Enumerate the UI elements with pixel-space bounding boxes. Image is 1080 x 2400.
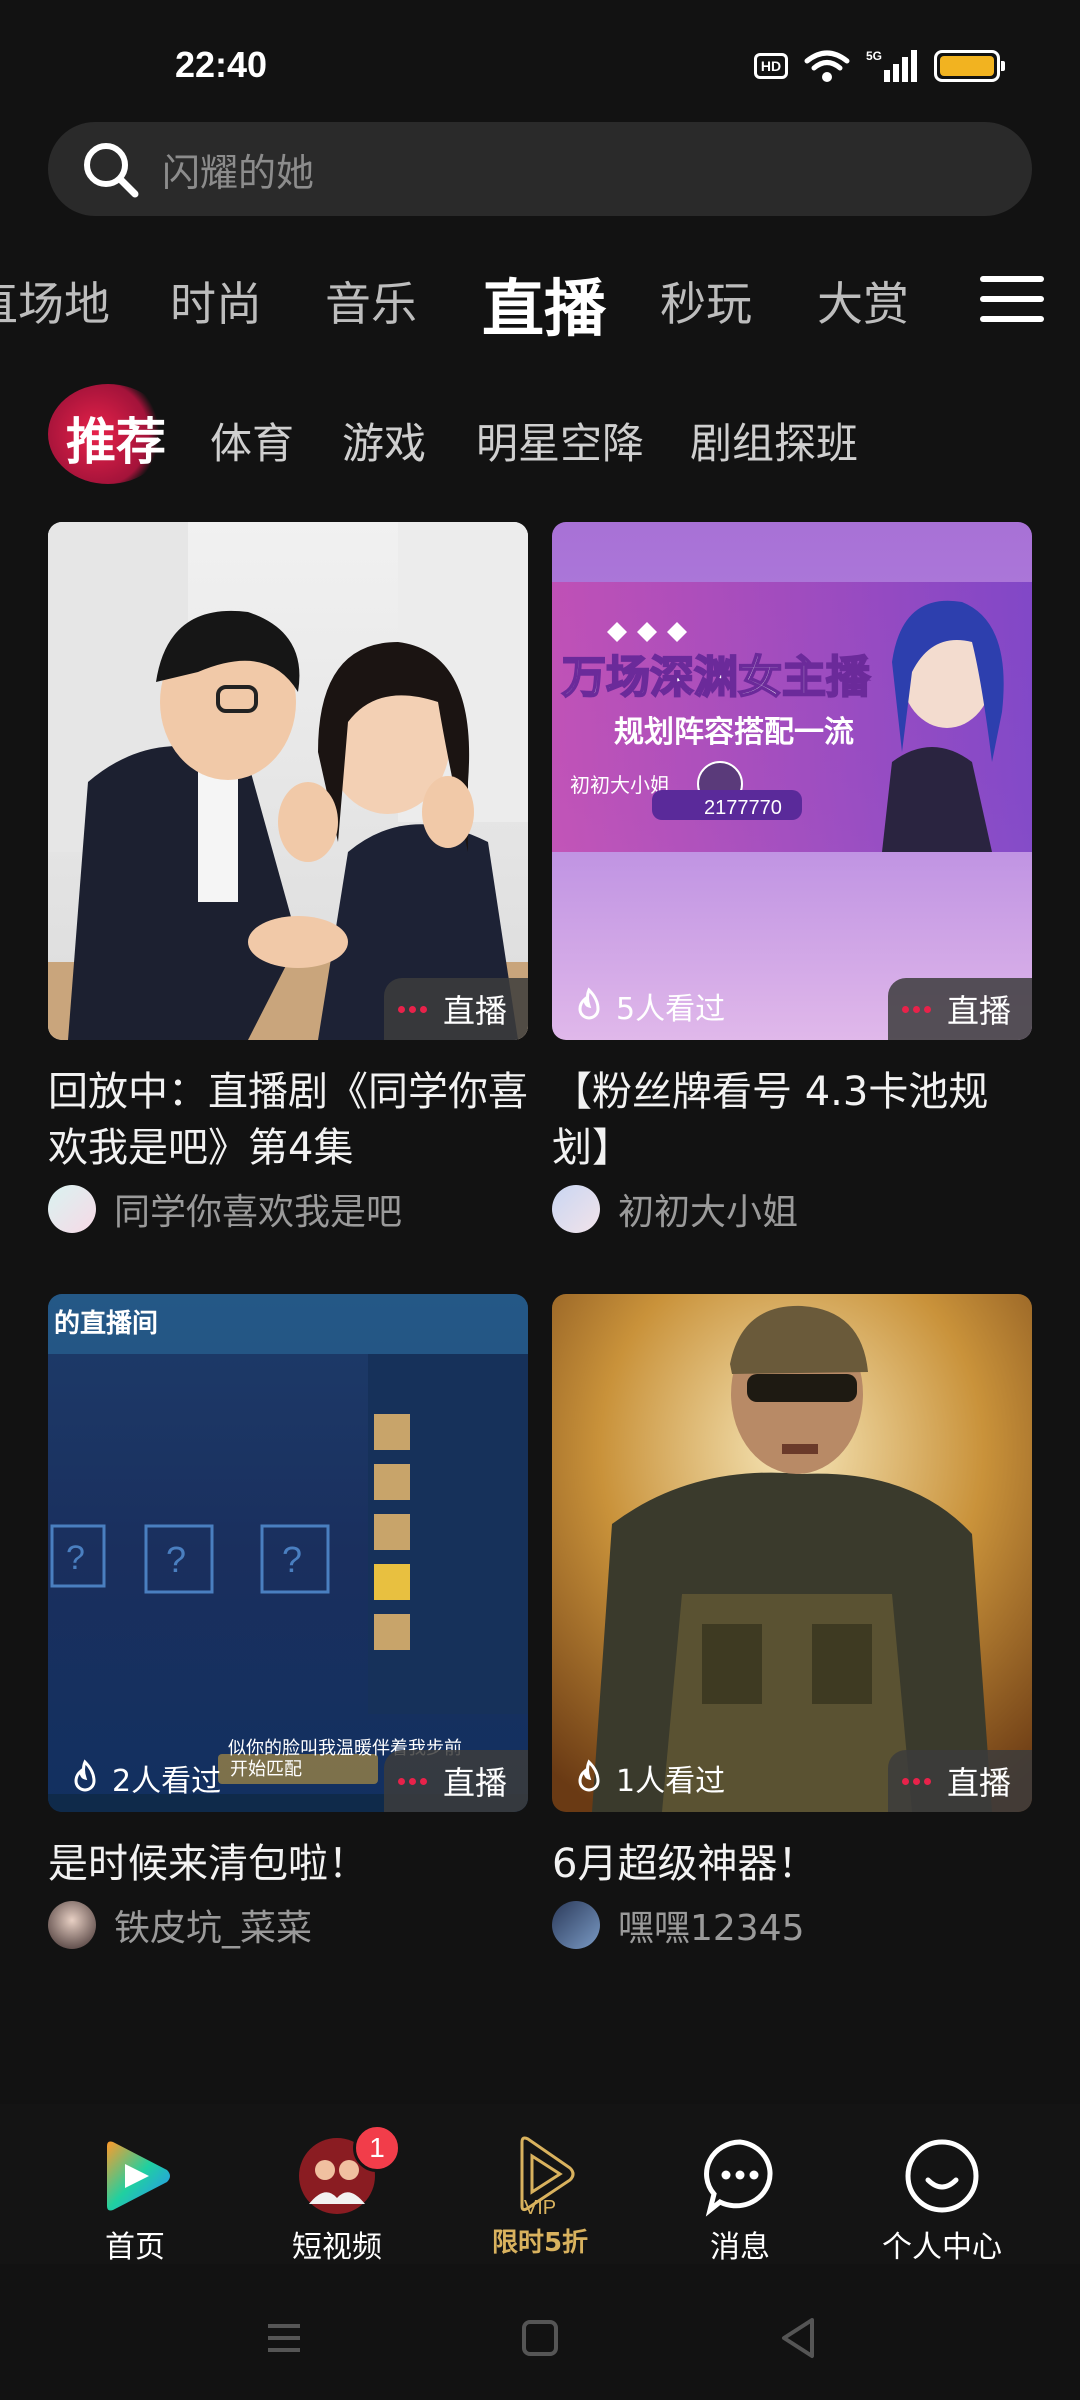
- card-author[interactable]: 铁皮坑_菜菜: [48, 1900, 528, 1950]
- live-card[interactable]: 的直播间 ? ? ? 开始匹配 似你的脸叫我温暖伴着我步前 2人看过 直播 是时…: [48, 1294, 528, 1950]
- svg-text:?: ?: [66, 1539, 85, 1577]
- signal-icon: 5G: [866, 49, 917, 82]
- bottom-nav: 首页 1 短视频 VIP 限时5折 消息 个人中心: [0, 2104, 1080, 2266]
- home-play-icon: [107, 2141, 170, 2211]
- wifi-icon: [804, 50, 850, 82]
- menu-icon[interactable]: [980, 276, 1044, 326]
- subtab-crew-visit[interactable]: 剧组探班: [690, 410, 858, 471]
- soldier-game-image: [552, 1294, 1032, 1812]
- card-author[interactable]: 嘿嘿12345: [552, 1900, 1032, 1950]
- live-tag-label: 直播: [947, 992, 1012, 1030]
- message-icon: [704, 2139, 773, 2217]
- nav-vip[interactable]: VIP 限时5折: [460, 2134, 620, 2259]
- subtab-games[interactable]: 游戏: [342, 410, 426, 471]
- viewer-count: 5人看过: [570, 984, 725, 1028]
- top-tabs: 直场地 时尚 音乐 直播 秒玩 大赏: [0, 250, 1080, 350]
- tab-quickplay[interactable]: 秒玩: [660, 268, 752, 334]
- nav-home-label: 首页: [105, 2230, 165, 2265]
- live-card[interactable]: 万场深渊女主播 规划阵容搭配一流 初初大小姐 2177770 5人看过 直播 【…: [552, 522, 1032, 1234]
- hd-icon: HD: [754, 53, 788, 79]
- status-bar: 22:40 HD 5G: [0, 0, 1080, 120]
- battery-icon: [934, 50, 1005, 82]
- tab-awards[interactable]: 大赏: [817, 268, 909, 334]
- tab-live[interactable]: 直播: [482, 258, 606, 348]
- status-time: 22:40: [175, 44, 268, 85]
- card-thumbnail[interactable]: 1人看过 直播: [552, 1294, 1032, 1812]
- recent-apps-icon[interactable]: [254, 2308, 314, 2368]
- search-bar[interactable]: 闪耀的她: [48, 122, 1032, 216]
- avatar: [48, 1185, 96, 1233]
- card-thumbnail[interactable]: 万场深渊女主播 规划阵容搭配一流 初初大小姐 2177770 5人看过 直播: [552, 522, 1032, 1040]
- fire-icon: [578, 1759, 600, 1792]
- card-title[interactable]: 【粉丝牌看号 4.3卡池规划】: [552, 1064, 1032, 1176]
- subtab-sports[interactable]: 体育: [210, 410, 294, 471]
- notification-badge: 1: [353, 2124, 401, 2172]
- nav-vip-label: 限时5折: [491, 2228, 589, 2258]
- system-nav-bar: [0, 2264, 1080, 2400]
- search-icon: [84, 143, 139, 198]
- card-thumbnail[interactable]: 直播: [48, 522, 528, 1040]
- vip-icon-text: VIP: [524, 2197, 556, 2218]
- viewer-count: 2人看过: [66, 1756, 221, 1800]
- viewer-count: 1人看过: [570, 1756, 725, 1800]
- room-title: 的直播间: [54, 1308, 158, 1339]
- search-placeholder: 闪耀的她: [162, 150, 315, 195]
- couple-scene-image: [48, 522, 528, 1040]
- author-name: 嘿嘿12345: [618, 1908, 805, 1949]
- nav-messages-label: 消息: [710, 2230, 770, 2265]
- home-button-icon[interactable]: [510, 2308, 570, 2368]
- card-author[interactable]: 初初大小姐: [552, 1184, 1032, 1234]
- fire-icon: [578, 987, 600, 1020]
- svg-text:5G: 5G: [866, 49, 882, 63]
- subtab-celebrity[interactable]: 明星空降: [476, 410, 644, 471]
- profile-icon: [905, 2139, 979, 2213]
- tab-music[interactable]: 音乐: [325, 268, 417, 334]
- live-tag-label: 直播: [443, 1764, 508, 1802]
- card-title[interactable]: 回放中：直播剧《同学你喜欢我是吧》第4集: [48, 1064, 528, 1176]
- fire-icon: [74, 1759, 96, 1792]
- live-card[interactable]: 直播 回放中：直播剧《同学你喜欢我是吧》第4集 同学你喜欢我是吧: [48, 522, 528, 1234]
- nav-profile[interactable]: 个人中心: [862, 2134, 1022, 2266]
- tab-venue[interactable]: 直场地: [0, 268, 110, 334]
- author-name: 同学你喜欢我是吧: [114, 1192, 403, 1233]
- live-tag-label: 直播: [443, 992, 508, 1030]
- card-author[interactable]: 同学你喜欢我是吧: [48, 1184, 528, 1234]
- status-icons: HD 5G: [754, 48, 1005, 84]
- card-title[interactable]: 6月超级神器！: [552, 1836, 1032, 1892]
- author-name: 铁皮坑_菜菜: [114, 1908, 313, 1949]
- nav-short-video-label: 短视频: [292, 2230, 382, 2265]
- author-name: 初初大小姐: [618, 1192, 799, 1233]
- avatar: [48, 1901, 96, 1949]
- nav-profile-label: 个人中心: [882, 2230, 1002, 2265]
- subtab-recommend[interactable]: 推荐: [66, 402, 166, 474]
- nav-short-video[interactable]: 1 短视频: [257, 2124, 417, 2266]
- nav-home[interactable]: 首页: [55, 2134, 215, 2266]
- nav-messages[interactable]: 消息: [660, 2134, 820, 2266]
- banner-headline: 万场深渊女主播: [562, 652, 871, 703]
- back-icon[interactable]: [768, 2308, 828, 2368]
- live-tag: 直播: [384, 978, 528, 1040]
- match-button-text: 开始匹配: [230, 1759, 302, 1780]
- streamer-banner-image: 万场深渊女主播 规划阵容搭配一流 初初大小姐 2177770: [552, 522, 1032, 1040]
- game-lobby-image: 的直播间 ? ? ? 开始匹配 似你的脸叫我温暖伴着我步前: [48, 1294, 528, 1812]
- svg-text:?: ?: [282, 1539, 302, 1580]
- viewer-count-text: 2人看过: [112, 1764, 222, 1799]
- live-tag: 直播: [384, 1750, 528, 1812]
- live-tag: 直播: [888, 1750, 1032, 1812]
- live-tag-label: 直播: [947, 1764, 1012, 1802]
- vip-play-icon: VIP: [520, 2136, 575, 2218]
- card-title[interactable]: 是时候来清包啦！: [48, 1836, 528, 1892]
- sub-tabs: 推荐 体育 游戏 明星空降 剧组探班: [48, 380, 1048, 490]
- banner-id: 2177770: [704, 797, 782, 819]
- svg-text:?: ?: [166, 1539, 186, 1580]
- live-card[interactable]: 1人看过 直播 6月超级神器！ 嘿嘿12345: [552, 1294, 1032, 1950]
- tab-fashion[interactable]: 时尚: [170, 268, 262, 334]
- viewer-count-text: 1人看过: [616, 1764, 726, 1799]
- avatar: [552, 1901, 600, 1949]
- viewer-count-text: 5人看过: [616, 992, 726, 1027]
- avatar: [552, 1185, 600, 1233]
- card-thumbnail[interactable]: 的直播间 ? ? ? 开始匹配 似你的脸叫我温暖伴着我步前 2人看过 直播: [48, 1294, 528, 1812]
- banner-sub: 规划阵容搭配一流: [614, 715, 854, 750]
- live-tag: 直播: [888, 978, 1032, 1040]
